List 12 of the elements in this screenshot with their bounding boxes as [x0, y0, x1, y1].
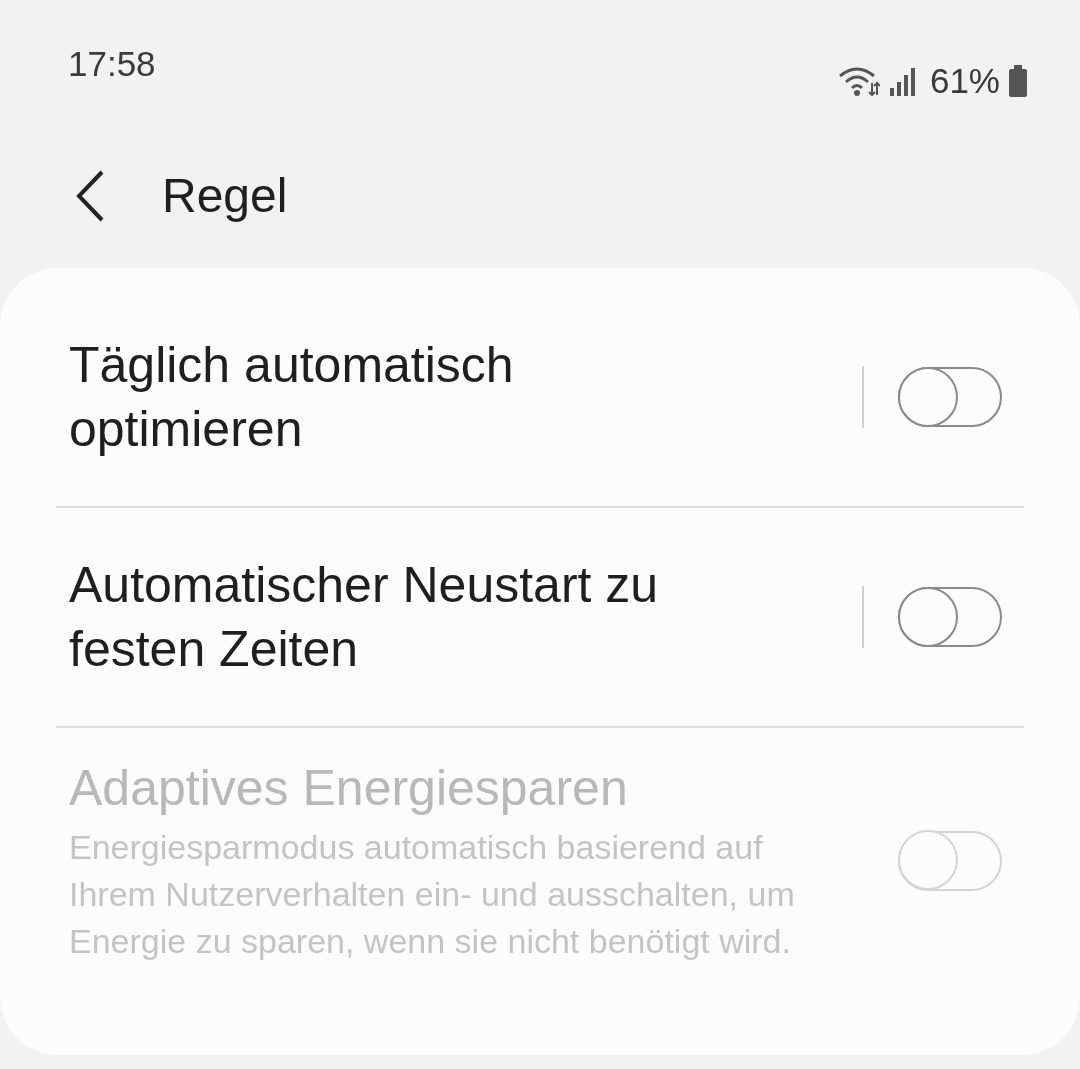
- setting-title: Täglich automatisch optimieren: [69, 336, 515, 459]
- battery-percent: 61%: [929, 59, 1000, 102]
- setting-title: Automatischer Neustart zu festen Zeiten: [69, 556, 660, 679]
- battery-icon: [1008, 65, 1028, 97]
- signal-icon: [887, 66, 918, 96]
- status-time: 17:58: [68, 43, 156, 85]
- page-title: Regel: [162, 168, 288, 224]
- setting-description: Energiesparmodus automatisch basierend auf Ihrem Nutzerverhalten ein- und ausschalten, um Energie zu sparen, wenn sie nicht benötigt wird.: [69, 827, 796, 962]
- toggle-switch[interactable]: [898, 367, 1002, 427]
- toggle-switch[interactable]: [898, 587, 1002, 647]
- setting-title: Adaptives Energiesparen: [69, 759, 629, 818]
- wifi-icon: [837, 65, 880, 97]
